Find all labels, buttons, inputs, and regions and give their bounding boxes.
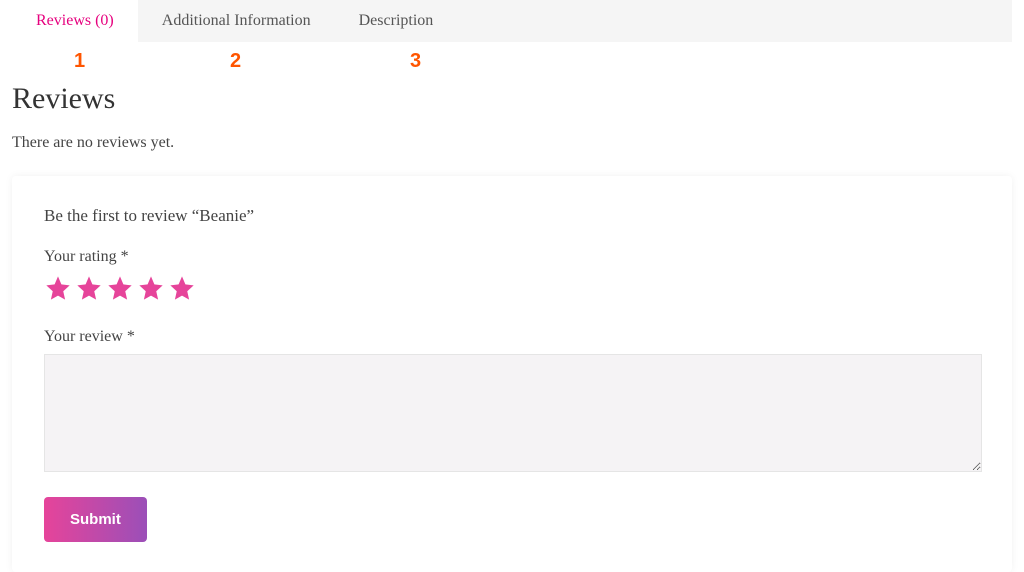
star-icon[interactable]	[75, 274, 103, 302]
tab-reviews[interactable]: Reviews (0)	[12, 0, 138, 42]
review-form-card: Be the first to review “Beanie” Your rat…	[12, 176, 1012, 572]
rating-label: Your rating *	[44, 248, 980, 266]
annotation-3: 3	[410, 50, 421, 73]
star-icon[interactable]	[106, 274, 134, 302]
product-tabs: Reviews (0) Additional Information Descr…	[12, 0, 1012, 42]
review-prompt: Be the first to review “Beanie”	[44, 206, 980, 226]
review-label: Your review *	[44, 328, 980, 346]
review-textarea[interactable]	[44, 354, 982, 472]
tab-description[interactable]: Description	[335, 0, 458, 42]
submit-button[interactable]: Submit	[44, 497, 147, 542]
reviews-heading: Reviews	[12, 82, 1012, 116]
star-icon[interactable]	[44, 274, 72, 302]
star-icon[interactable]	[137, 274, 165, 302]
star-icon[interactable]	[168, 274, 196, 302]
annotation-2: 2	[230, 50, 241, 73]
no-reviews-message: There are no reviews yet.	[12, 134, 1012, 152]
rating-stars	[44, 274, 980, 302]
reviews-panel: Reviews There are no reviews yet. Be the…	[0, 50, 1024, 572]
annotation-1: 1	[74, 50, 85, 73]
tab-additional-information[interactable]: Additional Information	[138, 0, 335, 42]
